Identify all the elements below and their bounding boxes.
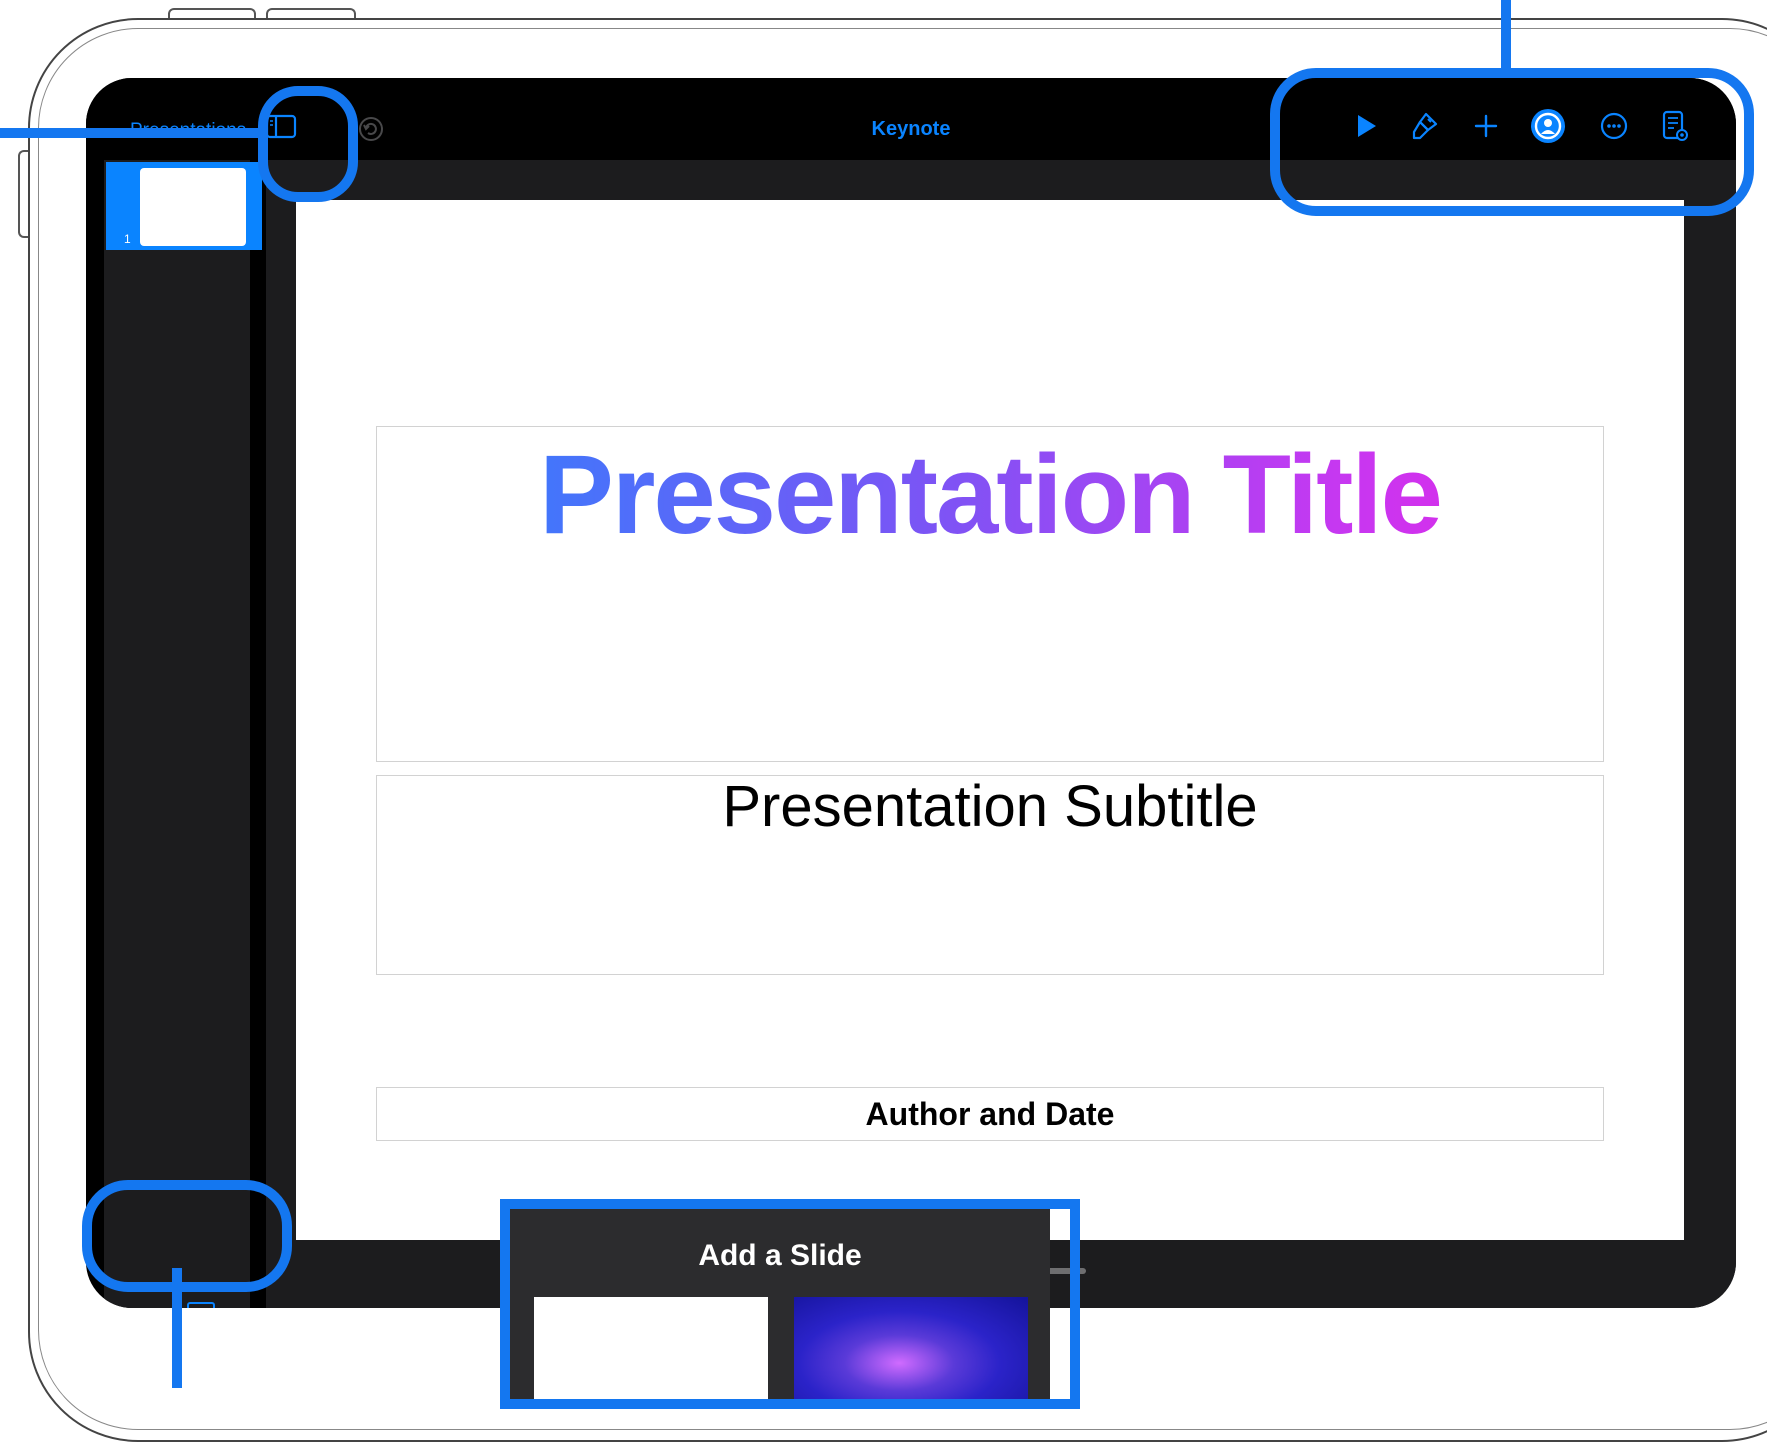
slide-thumbnail[interactable] bbox=[140, 168, 246, 246]
callout-line bbox=[0, 128, 264, 138]
callout-line bbox=[1501, 0, 1511, 74]
add-slide-sheet-highlight bbox=[500, 1199, 1080, 1409]
add-slide-icon bbox=[187, 1302, 215, 1308]
slide-title[interactable]: Presentation Title bbox=[296, 430, 1684, 559]
sidebar-toggle-highlight bbox=[258, 86, 358, 202]
add-slide-button[interactable] bbox=[186, 1301, 216, 1308]
slide-navigator: 1 bbox=[104, 160, 262, 1308]
slide[interactable]: Presentation Title Presentation Subtitle… bbox=[296, 200, 1684, 1240]
toolbar-highlight bbox=[1270, 68, 1754, 216]
slide-number: 1 bbox=[124, 232, 131, 246]
slide-subtitle[interactable]: Presentation Subtitle bbox=[296, 773, 1684, 840]
callout-line bbox=[172, 1268, 182, 1388]
add-slide-highlight bbox=[82, 1180, 292, 1292]
slide-thumbnail-selected[interactable]: 1 bbox=[106, 162, 262, 250]
screen: Presentations Keynote bbox=[86, 78, 1736, 1308]
slide-author-date[interactable]: Author and Date bbox=[296, 1096, 1684, 1133]
